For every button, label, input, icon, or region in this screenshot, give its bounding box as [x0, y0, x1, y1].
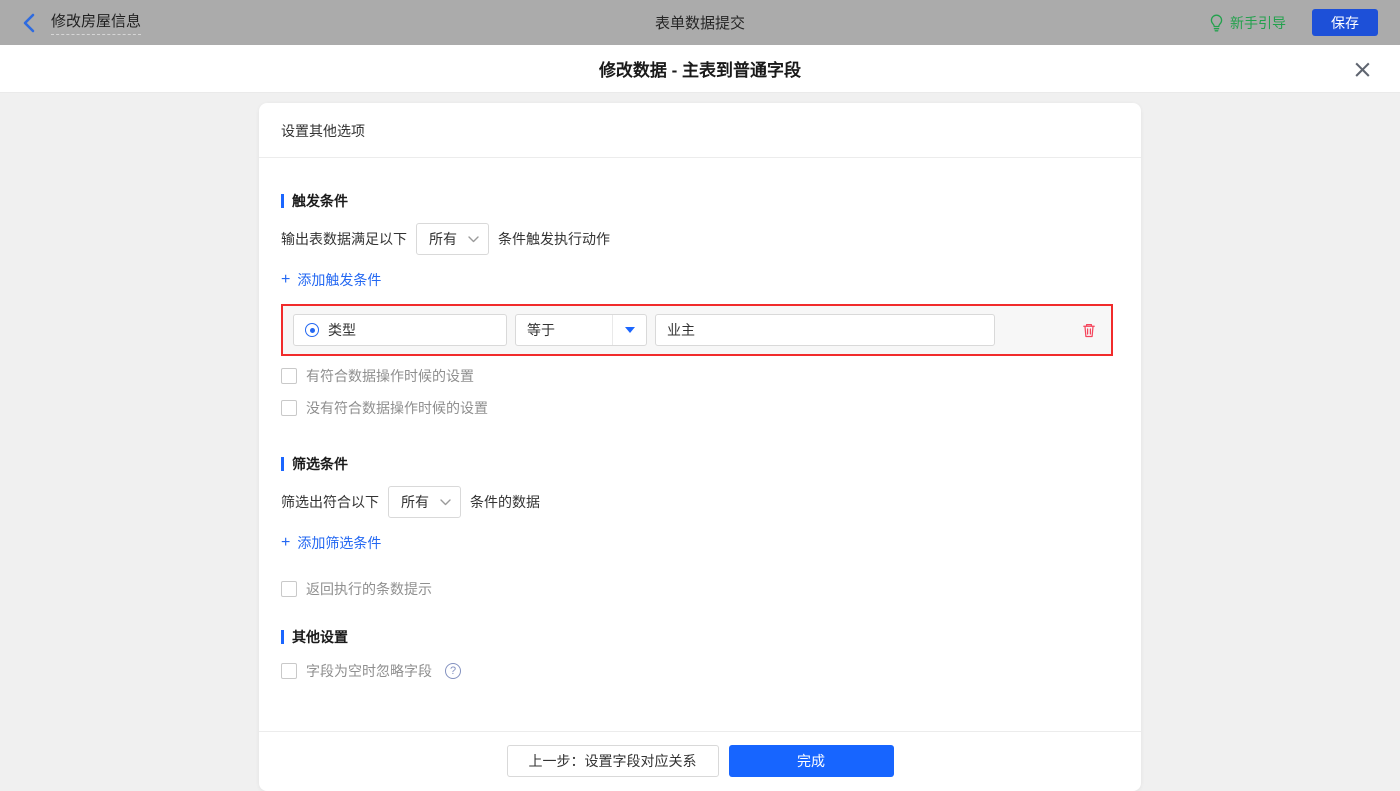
topbar-center-title: 表单数据提交	[654, 15, 745, 32]
add-filter-condition-link[interactable]: + 添加筛选条件	[281, 533, 381, 553]
filter-match-sentence: 筛选出符合以下 所有 条件的数据	[281, 486, 1119, 518]
flow-name[interactable]: 修改房屋信息	[51, 10, 142, 35]
condition-value-text: 业主	[667, 322, 695, 338]
previous-step-button[interactable]: 上一步：设置字段对应关系	[506, 745, 719, 777]
done-button[interactable]: 完成	[728, 745, 894, 777]
checkbox-label: 有符合数据操作时候的设置	[306, 368, 474, 384]
other-section-title: 其他设置	[281, 627, 1119, 647]
checkbox-no-matching-data[interactable]	[281, 400, 297, 416]
modal-title: 修改数据 - 主表到普通字段	[598, 61, 802, 80]
filter-title-text: 筛选条件	[292, 456, 348, 472]
guide-link[interactable]: 新手引导	[1209, 13, 1286, 33]
checkbox-label: 返回执行的条数提示	[306, 581, 432, 597]
section-bar-icon	[281, 194, 284, 208]
guide-label: 新手引导	[1230, 14, 1286, 31]
section-bar-icon	[281, 630, 284, 644]
delete-condition-icon[interactable]	[1081, 322, 1097, 339]
checkbox-ignore-empty-fields[interactable]	[281, 663, 297, 679]
filter-checkbox-row: 返回执行的条数提示	[281, 579, 1119, 599]
trigger-sentence-prefix: 输出表数据满足以下	[281, 231, 407, 247]
topbar-actions: 新手引导 保存	[1209, 9, 1378, 36]
condition-value-input[interactable]: 业主	[655, 314, 995, 346]
save-button[interactable]: 保存	[1312, 9, 1378, 36]
trigger-title-text: 触发条件	[292, 193, 348, 209]
trigger-match-mode-select[interactable]: 所有	[416, 223, 489, 255]
checkbox-has-matching-data[interactable]	[281, 368, 297, 384]
topbar: 修改房屋信息 表单数据提交 新手引导 保存	[0, 0, 1400, 45]
filter-match-mode-select[interactable]: 所有	[388, 486, 461, 518]
close-icon[interactable]: ×	[1352, 56, 1373, 81]
card-footer: 上一步：设置字段对应关系 完成	[259, 731, 1141, 791]
trigger-checkbox-row-match: 有符合数据操作时候的设置	[281, 366, 1119, 386]
section-bar-icon	[281, 457, 284, 471]
trigger-match-sentence: 输出表数据满足以下 所有 条件触发执行动作	[281, 223, 1119, 255]
condition-operator-value: 等于	[527, 322, 555, 338]
operator-caret-zone[interactable]	[612, 315, 646, 345]
trigger-sentence-suffix: 条件触发执行动作	[498, 231, 610, 247]
filter-sentence-prefix: 筛选出符合以下	[281, 494, 379, 510]
options-card: 设置其他选项 触发条件 输出表数据满足以下 所有 条件触发执行动作 + 添加触发…	[259, 103, 1141, 791]
topbar-back-group: 修改房屋信息	[22, 10, 142, 35]
checkbox-label: 没有符合数据操作时候的设置	[306, 400, 488, 416]
checkbox-label: 字段为空时忽略字段	[306, 663, 432, 679]
condition-field-input[interactable]: 类型	[293, 314, 507, 346]
radio-field-type-icon	[305, 323, 319, 337]
trigger-match-mode-value: 所有	[429, 231, 457, 247]
chevron-down-icon	[468, 235, 479, 243]
card-body: 触发条件 输出表数据满足以下 所有 条件触发执行动作 + 添加触发条件 类型 等…	[259, 158, 1141, 731]
filter-section-title: 筛选条件	[281, 454, 1119, 474]
other-checkbox-row: 字段为空时忽略字段 ?	[281, 661, 1119, 681]
add-trigger-condition-label: 添加触发条件	[297, 272, 382, 288]
trigger-section-title: 触发条件	[281, 191, 1119, 211]
add-trigger-condition-link[interactable]: + 添加触发条件	[281, 270, 381, 290]
card-header: 设置其他选项	[259, 103, 1141, 158]
caret-down-icon	[624, 327, 635, 333]
plus-icon: +	[281, 271, 291, 288]
filter-sentence-suffix: 条件的数据	[470, 494, 540, 510]
filter-match-mode-value: 所有	[401, 494, 429, 510]
modal-body: 设置其他选项 触发条件 输出表数据满足以下 所有 条件触发执行动作 + 添加触发…	[0, 103, 1400, 791]
condition-operator-select[interactable]: 等于	[515, 314, 647, 346]
lightbulb-icon	[1209, 14, 1224, 32]
other-title-text: 其他设置	[292, 629, 348, 645]
add-filter-condition-label: 添加筛选条件	[297, 535, 382, 551]
chevron-down-icon	[440, 498, 451, 506]
help-icon[interactable]: ?	[445, 663, 461, 679]
modal-header: 修改数据 - 主表到普通字段 ×	[0, 45, 1400, 93]
trigger-checkbox-row-nomatch: 没有符合数据操作时候的设置	[281, 398, 1119, 418]
trigger-condition-row: 类型 等于 业主	[281, 304, 1113, 356]
back-icon[interactable]	[22, 13, 35, 33]
condition-field-value: 类型	[328, 322, 356, 338]
plus-icon: +	[281, 534, 291, 551]
checkbox-return-count-hint[interactable]	[281, 581, 297, 597]
